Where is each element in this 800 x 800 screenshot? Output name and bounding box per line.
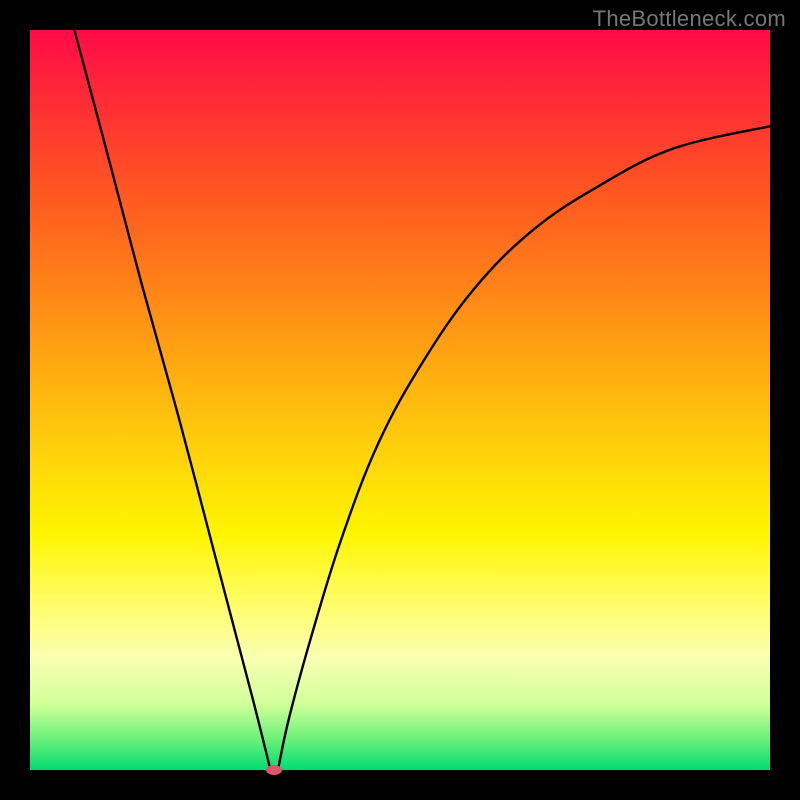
- bottleneck-curve: [30, 30, 770, 770]
- chart-frame: TheBottleneck.com: [0, 0, 800, 800]
- minimum-marker: [266, 765, 282, 775]
- plot-area: [30, 30, 770, 770]
- watermark-text: TheBottleneck.com: [593, 6, 786, 32]
